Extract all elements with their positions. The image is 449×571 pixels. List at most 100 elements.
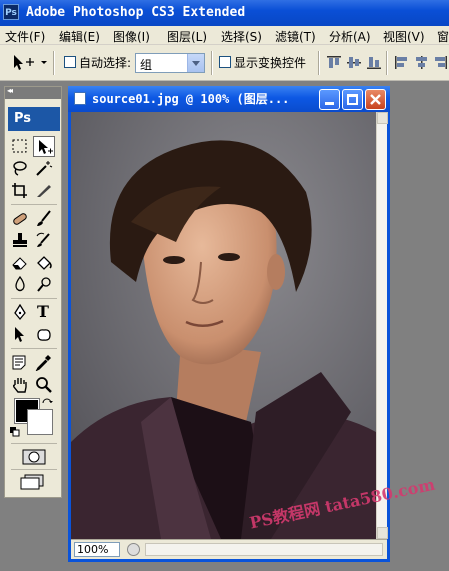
align-left-edges-icon[interactable]: [394, 55, 410, 70]
hand-icon: [12, 378, 27, 393]
menu-select[interactable]: 选择(S): [221, 28, 262, 45]
lasso-tool[interactable]: [9, 158, 31, 179]
paint-bucket-icon: [37, 256, 52, 270]
note-icon: [12, 355, 26, 370]
menu-edit[interactable]: 编辑(E): [59, 28, 100, 45]
show-transform-checkbox[interactable]: [219, 56, 231, 68]
menu-view[interactable]: 视图(V): [383, 28, 425, 45]
type-t-icon: T: [37, 302, 49, 321]
move-arrow-icon: [39, 140, 53, 154]
notes-tool[interactable]: [9, 352, 31, 373]
minimize-button[interactable]: [319, 89, 340, 110]
menu-filter[interactable]: 滤镜(T): [275, 28, 316, 45]
menu-window[interactable]: 窗: [437, 28, 449, 45]
dodge-tool[interactable]: [33, 274, 55, 295]
horizontal-scrollbar[interactable]: [145, 543, 383, 556]
menu-bar: 文件(F) 编辑(E) 图像(I) 图层(L) 选择(S) 滤镜(T) 分析(A…: [0, 26, 449, 45]
close-button[interactable]: [365, 89, 386, 110]
tools-panel: Ps T: [4, 86, 62, 498]
swap-colors-icon[interactable]: [41, 397, 53, 409]
background-color-swatch[interactable]: [27, 409, 53, 435]
paint-bucket-tool[interactable]: [33, 252, 55, 273]
magic-wand-tool[interactable]: [33, 158, 55, 179]
document-title: source01.jpg @ 100% (图层...: [92, 92, 290, 106]
quick-mask-icon[interactable]: [22, 449, 46, 465]
auto-select-value: 组: [140, 58, 153, 72]
menu-image[interactable]: 图像(I): [113, 28, 150, 45]
clone-stamp-tool[interactable]: [9, 230, 31, 251]
menu-file[interactable]: 文件(F): [5, 28, 45, 45]
eraser-icon: [12, 257, 27, 270]
options-separator: [318, 51, 320, 75]
align-top-edges-icon[interactable]: [326, 55, 342, 70]
chevron-down-icon[interactable]: [187, 54, 204, 72]
tool-preset-picker[interactable]: [8, 52, 48, 72]
dodge-icon: [37, 277, 51, 292]
align-right-edges-icon[interactable]: [432, 55, 448, 70]
default-colors-icon[interactable]: [10, 427, 20, 437]
history-brush-icon: [36, 232, 50, 247]
toolbox-separator: [11, 469, 57, 470]
path-arrow-icon: [15, 327, 24, 342]
align-bottom-edges-icon[interactable]: [366, 55, 382, 70]
brush-icon: [37, 210, 51, 226]
move-tool[interactable]: [33, 136, 55, 157]
auto-select-label: 自动选择:: [79, 56, 132, 70]
app-title: Adobe Photoshop CS3 Extended: [26, 5, 246, 20]
pen-tool[interactable]: [9, 302, 31, 323]
align-vertical-centers-icon[interactable]: [346, 55, 362, 70]
menu-analysis[interactable]: 分析(A): [329, 28, 371, 45]
blur-tool[interactable]: [9, 274, 31, 295]
marquee-tool[interactable]: [9, 136, 31, 157]
toolbox-ps-logo[interactable]: Ps: [8, 107, 60, 131]
toolbox-separator: [11, 204, 57, 205]
path-selection-tool[interactable]: [9, 324, 31, 345]
type-tool[interactable]: T: [33, 302, 55, 323]
magnifier-icon: [36, 377, 52, 393]
auto-select-checkbox[interactable]: [64, 56, 76, 68]
lasso-icon: [13, 161, 27, 176]
eyedropper-tool[interactable]: [33, 352, 55, 373]
blur-drop-icon: [15, 276, 25, 292]
vertical-scrollbar[interactable]: [376, 112, 388, 539]
slice-knife-icon: [37, 185, 51, 197]
custom-shape-icon: [37, 329, 51, 341]
tools-panel-grip[interactable]: [5, 86, 61, 99]
crop-icon: [12, 183, 27, 198]
document-titlebar[interactable]: source01.jpg @ 100% (图层...: [68, 86, 390, 112]
status-info-button[interactable]: [127, 543, 140, 556]
hand-tool[interactable]: [9, 374, 31, 395]
rect-marquee-icon: [12, 139, 27, 153]
document-statusbar: 100%: [71, 539, 387, 559]
healing-brush-tool[interactable]: [9, 208, 31, 229]
zoom-level-field[interactable]: 100%: [74, 542, 120, 557]
options-separator: [53, 51, 55, 75]
pen-nib-icon: [14, 304, 26, 321]
brush-tool[interactable]: [33, 208, 55, 229]
scroll-up-button[interactable]: [377, 112, 388, 124]
screen-mode-icon[interactable]: [20, 474, 46, 490]
align-horizontal-centers-icon[interactable]: [414, 55, 430, 70]
custom-shape-tool[interactable]: [33, 324, 55, 345]
maximize-button[interactable]: [342, 89, 363, 110]
options-bar: 自动选择: 组 显示变换控件: [0, 45, 449, 81]
auto-select-dropdown[interactable]: 组: [135, 53, 205, 73]
zoom-tool[interactable]: [33, 374, 55, 395]
portrait-photo: [71, 112, 376, 539]
document-icon: [74, 92, 86, 105]
bandage-icon: [13, 213, 27, 225]
options-separator: [211, 51, 213, 75]
eyedropper-icon: [35, 355, 51, 371]
scroll-down-button[interactable]: [377, 527, 388, 539]
toolbox-separator: [11, 348, 57, 349]
slice-tool[interactable]: [33, 180, 55, 201]
crop-tool[interactable]: [9, 180, 31, 201]
eraser-tool[interactable]: [9, 252, 31, 273]
show-transform-label: 显示变换控件: [234, 56, 307, 70]
stamp-icon: [13, 233, 27, 247]
history-brush-tool[interactable]: [33, 230, 55, 251]
move-tool-icon: [14, 55, 47, 70]
menu-layer[interactable]: 图层(L): [167, 28, 207, 45]
toolbox-separator: [11, 443, 57, 444]
image-canvas[interactable]: [71, 112, 376, 539]
